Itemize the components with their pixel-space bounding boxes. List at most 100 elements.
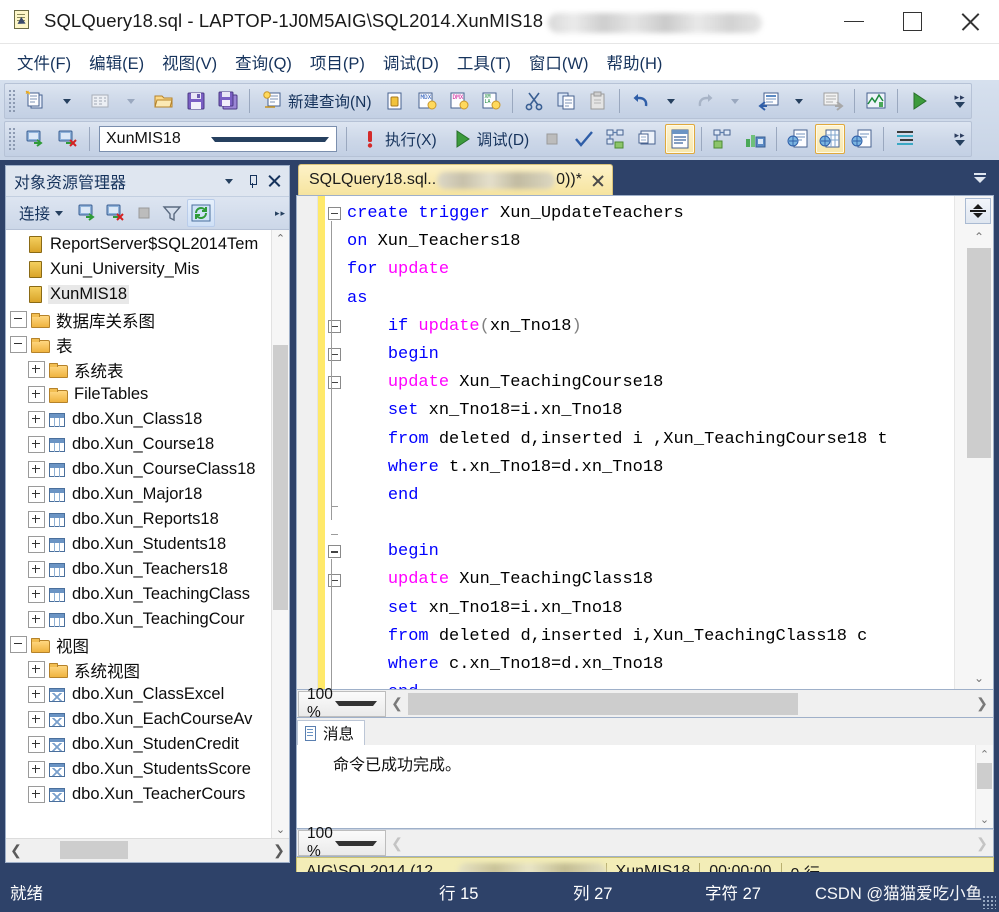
new-item-dropdown[interactable] <box>117 86 147 116</box>
new-project-icon[interactable] <box>21 86 51 116</box>
expand-plus-icon[interactable] <box>28 436 45 453</box>
navigate-forward-icon[interactable] <box>818 86 848 116</box>
editor-vertical-scrollbar[interactable]: ⌃ ⌄ <box>954 196 993 689</box>
parse-icon[interactable] <box>569 124 599 154</box>
code-fold-collapse-icon[interactable] <box>328 348 341 361</box>
save-all-icon[interactable] <box>213 86 243 116</box>
collapse-minus-icon[interactable] <box>10 311 27 328</box>
toolbar-grip[interactable] <box>8 89 17 113</box>
pin-icon[interactable] <box>241 170 263 192</box>
tree-node[interactable]: dbo.Xun_StudenCredit <box>6 732 272 757</box>
stop-icon[interactable] <box>537 124 567 154</box>
expand-plus-icon[interactable] <box>28 361 45 378</box>
expand-plus-icon[interactable] <box>28 461 45 478</box>
tree-node[interactable]: dbo.Xun_EachCourseAv <box>6 707 272 732</box>
navigate-backward-dropdown[interactable] <box>786 86 816 116</box>
collapse-minus-icon[interactable] <box>10 636 27 653</box>
expand-plus-icon[interactable] <box>28 736 45 753</box>
scroll-up-arrow[interactable]: ⌃ <box>976 745 993 763</box>
hscroll-track[interactable] <box>408 830 971 856</box>
scroll-up-arrow[interactable]: ⌃ <box>272 230 289 247</box>
sql-code-editor[interactable]: create trigger Xun_UpdateTeachers on Xun_… <box>296 195 994 690</box>
tree-node[interactable]: ReportServer$SQL2014Tem <box>6 232 272 257</box>
menu-file[interactable]: 文件(F) <box>8 47 80 77</box>
expand-plus-icon[interactable] <box>28 586 45 603</box>
menu-window[interactable]: 窗口(W) <box>520 47 598 77</box>
hscroll-track[interactable] <box>26 839 269 862</box>
tree-node[interactable]: dbo.Xun_TeachingClass <box>6 582 272 607</box>
scroll-right-arrow[interactable]: ❯ <box>971 695 993 712</box>
connect-dropdown-button[interactable]: 连接 <box>13 198 73 228</box>
menu-project[interactable]: 项目(P) <box>301 47 374 77</box>
tab-sqlquery18[interactable]: SQLQuery18.sql.. 0))* <box>298 164 613 195</box>
menu-help[interactable]: 帮助(H) <box>597 47 671 77</box>
hscrollbar-thumb[interactable] <box>60 841 128 859</box>
expand-plus-icon[interactable] <box>28 611 45 628</box>
messages-zoom-selector[interactable]: 100 % <box>298 825 386 860</box>
scroll-left-arrow[interactable]: ❮ <box>386 695 408 712</box>
scrollbar-thumb[interactable] <box>967 248 991 458</box>
expand-plus-icon[interactable] <box>28 536 45 553</box>
connect-server-icon[interactable] <box>75 200 101 226</box>
tree-node[interactable]: XunMIS18 <box>6 282 272 307</box>
tree-node[interactable]: dbo.Xun_TeachingCour <box>6 607 272 632</box>
redo-icon[interactable] <box>690 86 720 116</box>
code-fold-collapse-icon[interactable] <box>328 545 341 559</box>
disconnect-icon[interactable] <box>53 124 83 154</box>
filter-icon[interactable] <box>159 200 185 226</box>
tree-node[interactable]: Xuni_University_Mis <box>6 257 272 282</box>
object-explorer-toolbar-overflow[interactable]: ▸▸ <box>275 208 286 219</box>
navigate-backward-icon[interactable] <box>754 86 784 116</box>
menu-query[interactable]: 查询(Q) <box>226 47 301 77</box>
paste-icon[interactable] <box>583 86 613 116</box>
maximize-button[interactable] <box>883 0 941 44</box>
hscroll-track[interactable] <box>408 691 971 717</box>
save-icon[interactable] <box>181 86 211 116</box>
resize-grip[interactable] <box>982 895 996 909</box>
tree-node[interactable]: 视图 <box>6 632 272 657</box>
expand-plus-icon[interactable] <box>28 761 45 778</box>
scroll-left-arrow[interactable]: ❮ <box>386 835 408 852</box>
scroll-right-arrow[interactable]: ❯ <box>269 842 289 859</box>
refresh-icon[interactable] <box>187 199 216 227</box>
scroll-up-arrow[interactable]: ⌃ <box>967 226 991 248</box>
scrollbar-thumb[interactable] <box>977 763 992 789</box>
undo-dropdown[interactable] <box>658 86 688 116</box>
new-analysis-services-xmla-query-icon[interactable]: XM LA <box>476 86 506 116</box>
display-estimated-execution-plan-icon[interactable] <box>601 124 631 154</box>
expand-plus-icon[interactable] <box>28 711 45 728</box>
new-query-button[interactable]: 新建查询(N) <box>256 86 378 116</box>
standard-toolbar-overflow[interactable]: ▸▸ <box>949 86 971 116</box>
new-analysis-services-mdx-query-icon[interactable]: MDX <box>412 86 442 116</box>
expand-plus-icon[interactable] <box>28 786 45 803</box>
results-to-text-alt-icon[interactable] <box>783 124 813 154</box>
new-project-dropdown[interactable] <box>53 86 83 116</box>
object-explorer-tree[interactable]: ReportServer$SQL2014Tem Xuni_University_M… <box>6 230 272 838</box>
expand-plus-icon[interactable] <box>28 411 45 428</box>
tree-vertical-scrollbar[interactable]: ⌃ ⌄ <box>271 230 289 838</box>
tree-node[interactable]: 表 <box>6 332 272 357</box>
cut-icon[interactable] <box>519 86 549 116</box>
expand-plus-icon[interactable] <box>28 561 45 578</box>
messages-horizontal-scrollbar[interactable]: ❮ ❯ <box>386 830 993 856</box>
redo-dropdown[interactable] <box>722 86 752 116</box>
expand-plus-icon[interactable] <box>28 686 45 703</box>
scrollbar-thumb[interactable] <box>273 345 288 610</box>
editor-fold-margin[interactable] <box>325 196 347 689</box>
scroll-left-arrow[interactable]: ❮ <box>6 842 26 859</box>
activity-monitor-icon[interactable] <box>861 86 891 116</box>
tab-list-menu-icon[interactable] <box>970 168 990 188</box>
close-icon[interactable] <box>263 170 285 192</box>
tab-messages[interactable]: 消息 <box>297 720 366 745</box>
editor-code-text[interactable]: create trigger Xun_UpdateTeachers on Xun_… <box>347 196 954 689</box>
tree-node[interactable]: dbo.Xun_Class18 <box>6 407 272 432</box>
tree-node[interactable]: dbo.Xun_Course18 <box>6 432 272 457</box>
open-file-icon[interactable] <box>149 86 179 116</box>
execute-button[interactable]: 执行(X) <box>353 124 443 154</box>
new-analysis-services-dmx-query-icon[interactable]: DMX <box>444 86 474 116</box>
copy-icon[interactable] <box>551 86 581 116</box>
stop-icon[interactable] <box>131 200 157 226</box>
tab-close-icon[interactable] <box>591 174 604 187</box>
results-to-file-icon[interactable] <box>847 124 877 154</box>
debug-button[interactable]: 调试(D) <box>445 124 536 154</box>
